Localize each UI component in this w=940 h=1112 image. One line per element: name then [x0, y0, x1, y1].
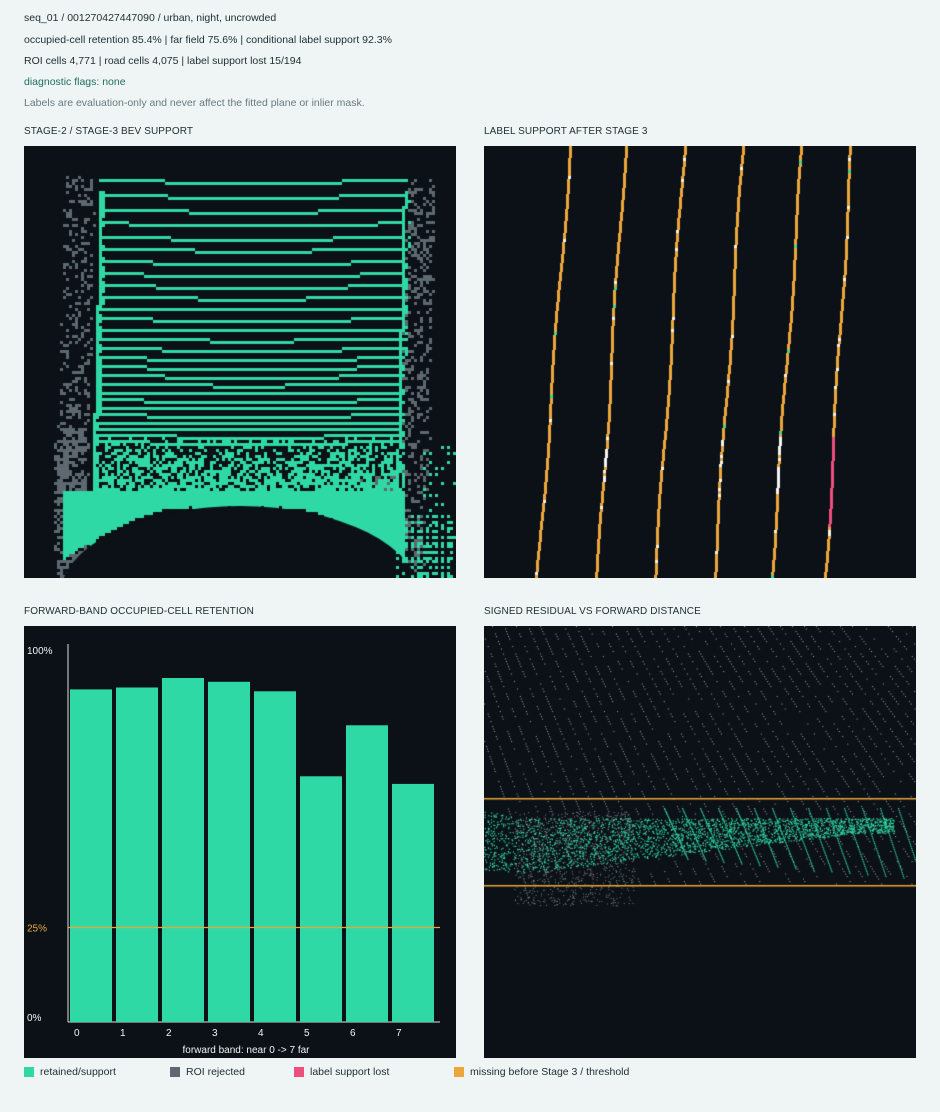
bar-band-0 [70, 689, 112, 1022]
legend-label-rejected: ROI rejected [186, 1066, 245, 1078]
legend-item-rejected: ROI rejected [170, 1066, 245, 1078]
x-tick-label: 2 [166, 1028, 172, 1039]
bar-band-3 [208, 681, 250, 1022]
label-support-panel [484, 146, 916, 578]
residual-scatter-canvas [484, 626, 916, 1058]
legend-item-retained: retained/support [24, 1066, 116, 1078]
bar-band-4 [254, 691, 296, 1023]
residual-panel [484, 626, 916, 1058]
retention-chart-panel: 100% 25% 0% 0 1 2 3 4 5 6 7 forward band: near … [24, 626, 456, 1058]
bar-band-1 [116, 687, 158, 1022]
x-tick-label: 5 [304, 1028, 310, 1039]
retention-panel-title: FORWARD-BAND OCCUPIED-CELL RETENTION [24, 606, 254, 617]
x-axis-label: forward band: near 0 -> 7 far [182, 1045, 310, 1056]
threshold-label: 25% [27, 924, 47, 935]
legend-label-missing: missing before Stage 3 / threshold [470, 1066, 630, 1078]
legend: retained/support ROI rejected label supp… [24, 1066, 924, 1080]
diagnostic-flags: diagnostic flags: none [24, 76, 126, 88]
x-tick-label: 1 [120, 1028, 126, 1039]
legend-swatch-rejected [170, 1067, 180, 1077]
x-tick-label: 0 [74, 1028, 80, 1039]
bev-panel-title: STAGE-2 / STAGE-3 BEV SUPPORT [24, 126, 194, 137]
legend-swatch-retained [24, 1067, 34, 1077]
bar-band-6 [346, 725, 388, 1022]
legend-swatch-lost [294, 1067, 304, 1077]
x-tick-label: 3 [212, 1028, 218, 1039]
evaluation-note: Labels are evaluation-only and never aff… [24, 97, 365, 109]
label-panel-title: LABEL SUPPORT AFTER STAGE 3 [484, 126, 648, 137]
legend-label-retained: retained/support [40, 1066, 116, 1078]
sequence-title: seq_01 / 001270427447090 / urban, night,… [24, 12, 277, 24]
bar-band-5 [300, 776, 342, 1022]
bev-support-canvas [24, 146, 456, 578]
legend-item-lost: label support lost [294, 1066, 389, 1078]
label-support-canvas [484, 146, 916, 578]
bar-band-2 [162, 678, 204, 1022]
counts-summary: ROI cells 4,771 | road cells 4,075 | lab… [24, 55, 302, 67]
metrics-summary: occupied-cell retention 85.4% | far fiel… [24, 34, 392, 46]
retention-bar-chart: 100% 25% 0% 0 1 2 3 4 5 6 7 forward band: near … [27, 644, 440, 1056]
x-tick-label: 6 [350, 1028, 356, 1039]
x-tick-label: 7 [396, 1028, 402, 1039]
residual-panel-title: SIGNED RESIDUAL VS FORWARD DISTANCE [484, 606, 701, 617]
bar-band-7 [392, 783, 434, 1022]
bev-support-panel [24, 146, 456, 578]
y-tick-label-100: 100% [27, 646, 53, 657]
y-tick-label-0: 0% [27, 1013, 42, 1024]
x-tick-label: 4 [258, 1028, 264, 1039]
legend-item-missing: missing before Stage 3 / threshold [454, 1066, 629, 1078]
legend-swatch-missing [454, 1067, 464, 1077]
legend-label-lost: label support lost [310, 1066, 390, 1078]
